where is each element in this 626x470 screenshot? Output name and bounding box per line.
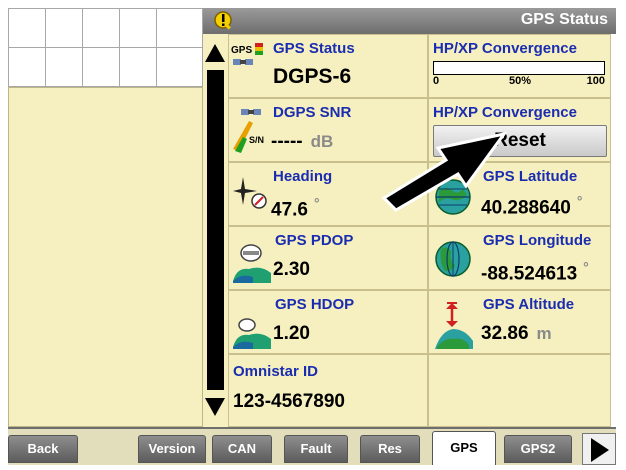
tick-label: 0 [433,75,440,87]
tab-gps2[interactable]: GPS2 [504,435,572,463]
tick-label: 100 [586,75,605,87]
dgps-snr-value-row: ----- dB [271,131,333,153]
gps-satellite-icon: GPS [231,43,263,65]
tab-fault[interactable]: Fault [284,435,348,463]
dgps-snr-unit: dB [310,132,334,151]
dgps-snr-value: ----- [271,131,303,152]
scrollbar[interactable] [203,34,228,427]
omnistar-id-value: 123-4567890 [233,391,345,412]
gps-altitude-value-row: 32.86 m [481,323,552,345]
grid-cell[interactable] [119,8,157,48]
scroll-track[interactable] [207,70,224,390]
globe-longitude-icon [435,241,471,277]
grid-cell[interactable] [45,8,83,48]
tab-version[interactable]: Version [138,435,206,463]
gps-hdop-value: 1.20 [273,323,310,344]
gps-status-cell[interactable]: GPS GPS Status DGPS-6 [228,34,428,98]
convergence-bar-cell: HP/XP Convergence 0 50% 100 [428,34,611,98]
gps-longitude-cell[interactable]: GPS Longitude -88.524613 ° [428,226,611,290]
convergence-reset-title: HP/XP Convergence [433,104,577,121]
gps-status-value: DGPS-6 [273,65,352,88]
grid-cell[interactable] [156,47,203,87]
tick-label: 50% [509,75,532,87]
gps-status-title: GPS Status [273,40,355,57]
heading-unit: ° [313,195,320,211]
gps-altitude-title: GPS Altitude [483,296,575,313]
compass-icon [233,177,267,209]
gps-altitude-cell[interactable]: GPS Altitude 32.86 m [428,290,611,354]
tab-gps[interactable]: GPS [432,431,496,465]
gps-icon-label: GPS [231,45,252,56]
signal-noise-icon: S/N [233,109,264,153]
grid-cell[interactable] [119,47,157,87]
gps-hdop-cell[interactable]: GPS HDOP 1.20 [228,290,428,354]
next-page-arrow-icon [591,438,609,462]
scroll-up-arrow-icon[interactable] [205,44,225,62]
left-panel [8,87,203,427]
gps-altitude-value: 32.86 [481,323,529,344]
tab-res[interactable]: Res [360,435,420,463]
omnistar-id-title: Omnistar ID [233,363,319,380]
snr-icon-label: S/N [249,135,264,145]
grid-cell[interactable] [82,47,120,87]
heading-value: 47.6 [271,199,308,221]
heading-title: Heading [273,168,333,185]
convergence-progress-bar [433,61,605,75]
warning-icon[interactable] [213,10,235,32]
heading-value-row: 47.6 ° [271,195,320,221]
pdop-satellite-icon [233,244,271,283]
next-page-button[interactable] [582,433,616,465]
tab-bar: Back Version CAN Fault Res GPS GPS2 [8,427,616,465]
hdop-satellite-icon [233,318,271,349]
grid-cell[interactable] [8,8,46,48]
gps-altitude-unit: m [536,324,552,343]
gps-longitude-value-row: -88.524613 ° [481,259,589,285]
dgps-snr-title: DGPS SNR [273,104,352,121]
page-title: GPS Status [520,11,608,28]
convergence-title: HP/XP Convergence [433,40,577,57]
gps-longitude-title: GPS Longitude [483,232,592,249]
grid-cell[interactable] [45,47,83,87]
grid-cell[interactable] [8,47,46,87]
header-bar: GPS Status [203,8,616,34]
gps-longitude-value: -88.524613 [481,263,578,285]
altitude-icon [435,302,473,349]
gps-pdop-title: GPS PDOP [275,232,354,249]
gps-latitude-unit: ° [576,193,583,209]
tab-can[interactable]: CAN [212,435,272,463]
tab-back[interactable]: Back [8,435,78,463]
pointer-arrow-icon [381,131,508,212]
grid-cell[interactable] [156,8,203,48]
gps-status-screen: GPS Status GPS GPS Status DGPS-6 HP/XP C… [0,0,626,470]
empty-cell [428,354,611,427]
omnistar-id-cell[interactable]: Omnistar ID 123-4567890 [228,354,428,427]
scroll-down-arrow-icon[interactable] [205,398,225,416]
convergence-scale: 0 50% 100 [433,75,605,89]
gps-hdop-title: GPS HDOP [275,296,355,313]
gps-pdop-cell[interactable]: GPS PDOP 2.30 [228,226,428,290]
gps-longitude-unit: ° [583,259,589,275]
grid-cell[interactable] [82,8,120,48]
gps-pdop-value: 2.30 [273,259,310,280]
left-grid [8,8,203,88]
